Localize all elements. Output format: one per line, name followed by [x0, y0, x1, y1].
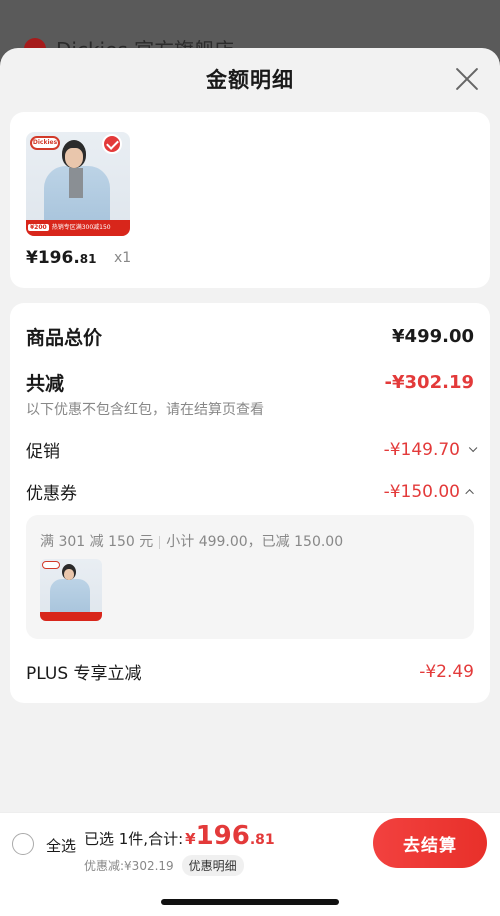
coupon-label: 优惠券	[26, 484, 77, 504]
chevron-down-icon[interactable]	[468, 443, 478, 453]
discount-text: 优惠减:¥302.19	[84, 859, 174, 873]
coupon-product-image	[40, 559, 102, 621]
product-price: ¥196.81	[26, 248, 97, 268]
reduce-value: -¥302.19	[384, 372, 474, 393]
coupon-rule-text: 满 301 减 150 元小计 499.00，已减 150.00	[40, 534, 344, 550]
chevron-up-icon[interactable]	[465, 489, 474, 498]
checkout-button[interactable]: 去结算	[373, 818, 487, 868]
reduce-note: 以下优惠不包含红包，请在结算页查看	[26, 402, 264, 418]
checkout-bar: 全选 已选 1件,合计: ¥ 196 .81 优惠减:¥302.19 优惠明细 …	[0, 812, 500, 916]
plus-value: -¥2.49	[419, 661, 474, 682]
product-card: Dickies ¥200 热销专区满300减150 ¥196.81 x1	[10, 112, 490, 288]
select-all-radio[interactable]	[12, 833, 34, 855]
promo-row[interactable]: 促销 -¥149.70	[26, 437, 478, 462]
coupon-row[interactable]: 优惠券 -¥150.00	[26, 479, 474, 504]
selected-summary-label: 已选 1件,合计:	[84, 830, 184, 848]
reduce-row: 共减 -¥302.19	[26, 369, 474, 396]
plus-row: PLUS 专享立减 -¥2.49	[26, 659, 474, 685]
plus-label: PLUS 专享立减	[26, 664, 142, 684]
promo-value: -¥149.70	[383, 439, 460, 460]
total-value: ¥499.00	[392, 326, 474, 347]
promo-bar: ¥200 热销专区满300减150	[26, 220, 130, 236]
total-summary: 已选 1件,合计: ¥ 196 .81	[84, 821, 275, 851]
sheet-header: 金额明细	[0, 48, 500, 110]
promo-label: 促销	[26, 442, 60, 462]
selected-check-icon[interactable]	[102, 134, 122, 154]
brand-logo: Dickies	[30, 136, 60, 150]
reduce-label: 共减	[26, 373, 65, 395]
select-all-label[interactable]: 全选	[46, 835, 76, 856]
sheet-title: 金额明细	[206, 68, 294, 92]
product-quantity: x1	[114, 250, 132, 266]
coupon-detail-box: 满 301 减 150 元小计 499.00，已减 150.00	[26, 515, 474, 639]
total-amount: 196	[195, 821, 250, 851]
discount-line: 优惠减:¥302.19 优惠明细	[84, 855, 244, 876]
price-detail-card: 商品总价 ¥499.00 共减 -¥302.19 以下优惠不包含红包，请在结算页…	[10, 303, 490, 703]
total-row: 商品总价 ¥499.00	[26, 323, 474, 350]
discount-detail-button[interactable]: 优惠明细	[181, 855, 244, 876]
total-label: 商品总价	[26, 327, 103, 349]
close-icon[interactable]	[454, 66, 480, 92]
amount-detail-sheet: 金额明细 Dickies ¥200 热销专区满300减150 ¥196.81 x1…	[0, 48, 500, 916]
home-indicator	[161, 899, 339, 905]
coupon-value: -¥150.00	[383, 481, 460, 502]
